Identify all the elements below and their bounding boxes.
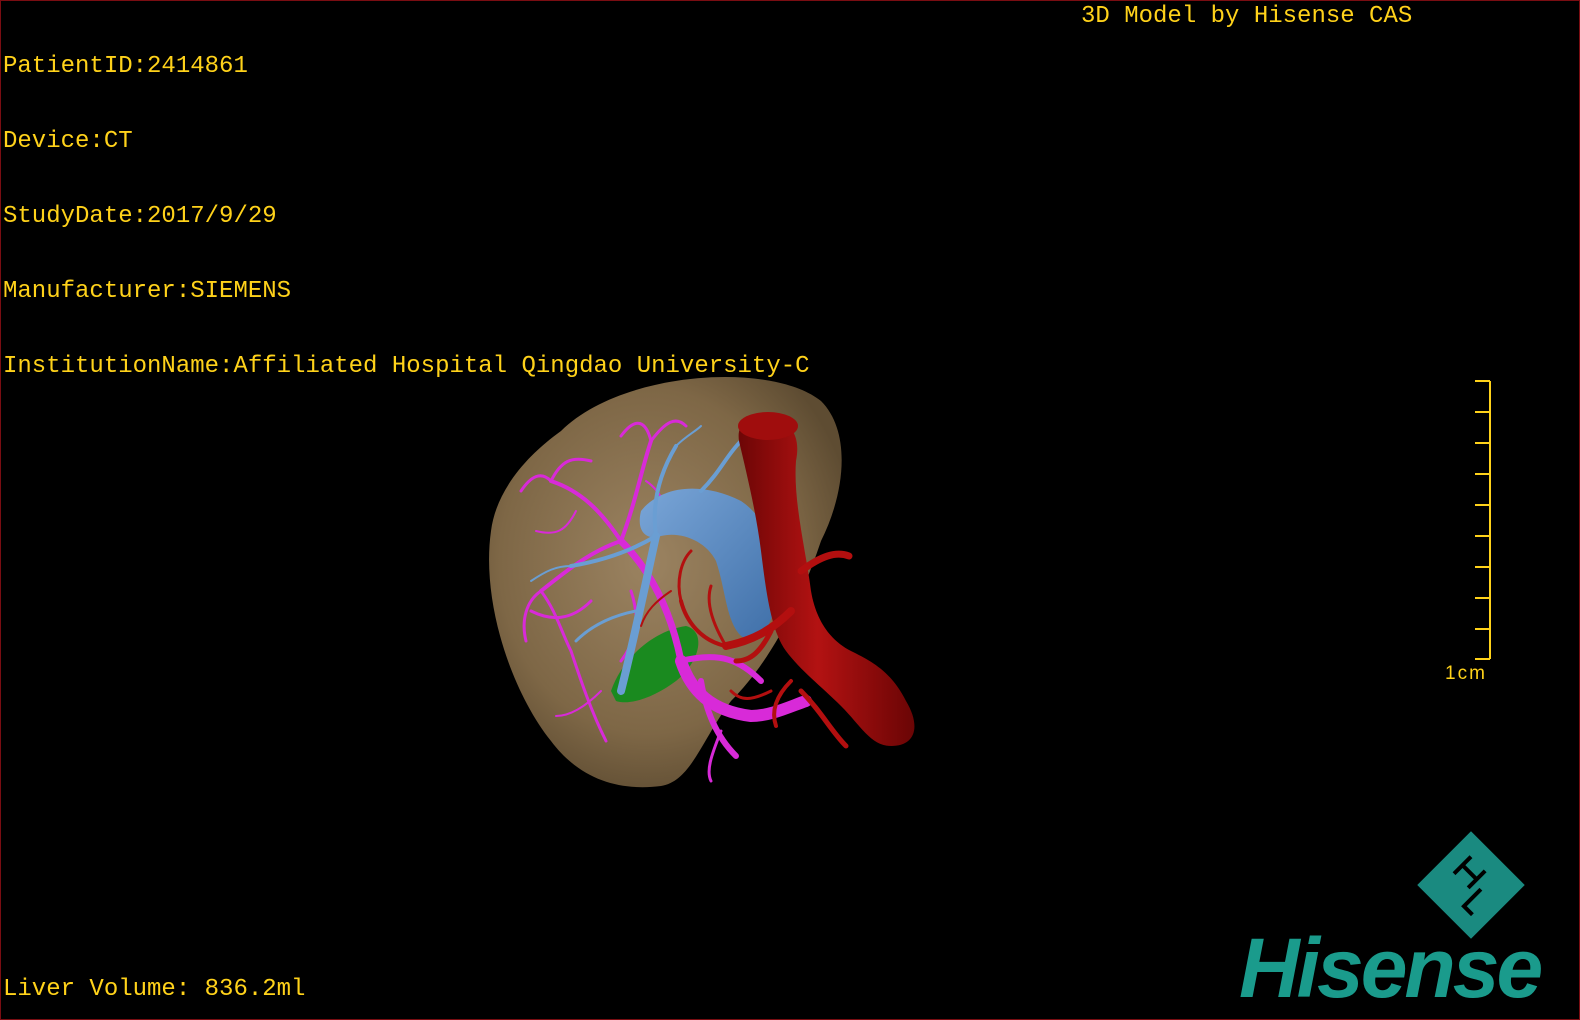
3d-render-viewport[interactable]: PatientID:2414861 Device:CT StudyDate:20… (0, 0, 1580, 1020)
model-credit-text: 3D Model by Hisense CAS (1081, 3, 1413, 30)
device-text: Device:CT (3, 128, 133, 155)
liver-3d-model[interactable] (471, 361, 941, 801)
hisense-brand-text: Hisense (1239, 921, 1543, 1015)
scale-label: 1cm (1445, 663, 1487, 684)
scale-bar (1475, 380, 1491, 660)
study-date-text: StudyDate:2017/9/29 (3, 203, 277, 230)
liver-volume-text: Liver Volume: 836.2ml (3, 976, 306, 1003)
manufacturer-text: Manufacturer:SIEMENS (3, 278, 292, 305)
patient-id-text: PatientID:2414861 (3, 53, 248, 80)
